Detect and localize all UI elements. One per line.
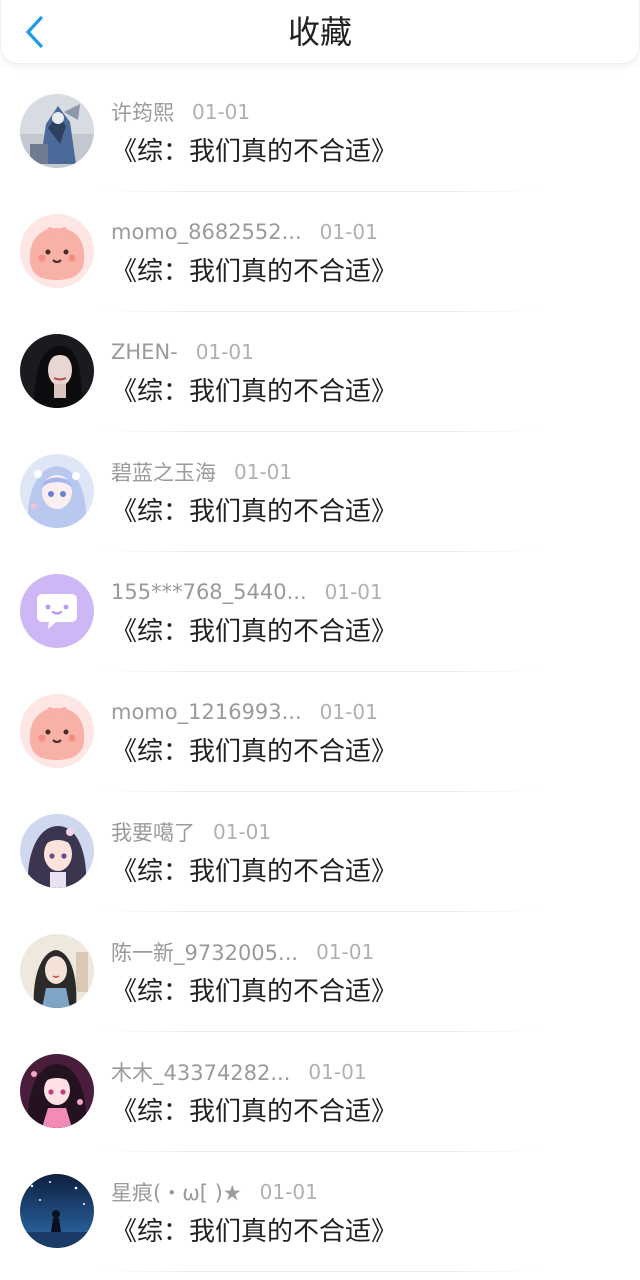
date: 01-01 [259, 1180, 318, 1204]
list-item[interactable]: 碧蓝之玉海 01-01 《综：我们真的不合适》 [0, 432, 640, 552]
anime-girl-pink-avatar-icon [20, 1054, 94, 1128]
username[interactable]: 木木_43374282... [111, 1057, 290, 1087]
book-title[interactable]: 《综：我们真的不合适》 [111, 734, 397, 770]
list-item[interactable]: 许筠熙 01-01 《综：我们真的不合适》 [0, 72, 640, 192]
book-title[interactable]: 《综：我们真的不合适》 [111, 614, 397, 650]
purple-chat-bubble-avatar-icon [20, 574, 94, 648]
list-item[interactable]: momo_8682552... 01-01 《综：我们真的不合适》 [0, 192, 640, 312]
dark-portrait-avatar-icon [20, 334, 94, 408]
pink-blob-avatar-icon [20, 214, 94, 288]
username[interactable]: 155***768_5440... [111, 580, 307, 604]
item-meta: 陈一新_9732005... 01-01 [111, 936, 374, 968]
list-item[interactable]: 155***768_5440... 01-01 《综：我们真的不合适》 [0, 552, 640, 672]
avatar[interactable] [20, 1054, 94, 1128]
avatar[interactable] [20, 694, 94, 768]
avatar[interactable] [20, 934, 94, 1008]
avatar[interactable] [20, 214, 94, 288]
book-title[interactable]: 《综：我们真的不合适》 [111, 854, 397, 890]
book-title[interactable]: 《综：我们真的不合适》 [111, 1094, 397, 1130]
date: 01-01 [308, 1060, 367, 1084]
date: 01-01 [316, 940, 375, 964]
pink-blob-avatar-icon [20, 694, 94, 768]
painted-lady-avatar-icon [20, 934, 94, 1008]
night-sky-figure-avatar-icon [20, 1174, 94, 1248]
list-item[interactable]: ZHEN- 01-01 《综：我们真的不合适》 [0, 312, 640, 432]
item-meta: momo_8682552... 01-01 [111, 216, 378, 248]
date: 01-01 [192, 100, 251, 124]
anime-girl-blue-avatar-icon [20, 454, 94, 528]
date: 01-01 [319, 700, 378, 724]
book-title[interactable]: 《综：我们真的不合适》 [111, 1214, 397, 1250]
avatar[interactable] [20, 94, 94, 168]
anime-girl-avatar-icon [20, 814, 94, 888]
favorites-screen: 收藏 许筠熙 01-01 《综：我们真的不合适》 momo_8682552...… [0, 0, 640, 1280]
username[interactable]: momo_1216993... [111, 700, 302, 724]
top-bar: 收藏 [0, 0, 640, 64]
username[interactable]: momo_8682552... [111, 220, 302, 244]
item-meta: 许筠熙 01-01 [111, 96, 250, 128]
book-title[interactable]: 《综：我们真的不合适》 [111, 254, 397, 290]
item-meta: ZHEN- 01-01 [111, 336, 254, 368]
avatar[interactable] [20, 454, 94, 528]
date: 01-01 [319, 220, 378, 244]
list-item[interactable]: 星痕(・ω[ )★ 01-01 《综：我们真的不合适》 [0, 1152, 640, 1272]
armored-character-avatar-icon [20, 94, 94, 168]
username[interactable]: 陈一新_9732005... [111, 937, 298, 967]
date: 01-01 [324, 580, 383, 604]
item-meta: 木木_43374282... 01-01 [111, 1056, 367, 1088]
book-title[interactable]: 《综：我们真的不合适》 [111, 134, 397, 170]
list-item[interactable]: momo_1216993... 01-01 《综：我们真的不合适》 [0, 672, 640, 792]
username[interactable]: 我要噶了 [111, 817, 195, 847]
username[interactable]: ZHEN- [111, 340, 178, 364]
book-title[interactable]: 《综：我们真的不合适》 [111, 374, 397, 410]
item-meta: 星痕(・ω[ )★ 01-01 [111, 1176, 318, 1208]
book-title[interactable]: 《综：我们真的不合适》 [111, 494, 397, 530]
avatar[interactable] [20, 1174, 94, 1248]
favorites-list[interactable]: 许筠熙 01-01 《综：我们真的不合适》 momo_8682552... 01… [0, 72, 640, 1272]
item-meta: 我要噶了 01-01 [111, 816, 271, 848]
book-title[interactable]: 《综：我们真的不合适》 [111, 974, 397, 1010]
username[interactable]: 许筠熙 [111, 97, 174, 127]
avatar[interactable] [20, 334, 94, 408]
item-meta: momo_1216993... 01-01 [111, 696, 378, 728]
avatar[interactable] [20, 814, 94, 888]
item-meta: 碧蓝之玉海 01-01 [111, 456, 292, 488]
list-item[interactable]: 我要噶了 01-01 《综：我们真的不合适》 [0, 792, 640, 912]
date: 01-01 [213, 820, 272, 844]
item-meta: 155***768_5440... 01-01 [111, 576, 383, 608]
list-item[interactable]: 陈一新_9732005... 01-01 《综：我们真的不合适》 [0, 912, 640, 1032]
username[interactable]: 碧蓝之玉海 [111, 457, 216, 487]
avatar[interactable] [20, 574, 94, 648]
date: 01-01 [234, 460, 293, 484]
list-item[interactable]: 木木_43374282... 01-01 《综：我们真的不合适》 [0, 1032, 640, 1152]
page-title: 收藏 [287, 13, 352, 51]
date: 01-01 [195, 340, 254, 364]
username[interactable]: 星痕(・ω[ )★ [111, 1177, 242, 1207]
